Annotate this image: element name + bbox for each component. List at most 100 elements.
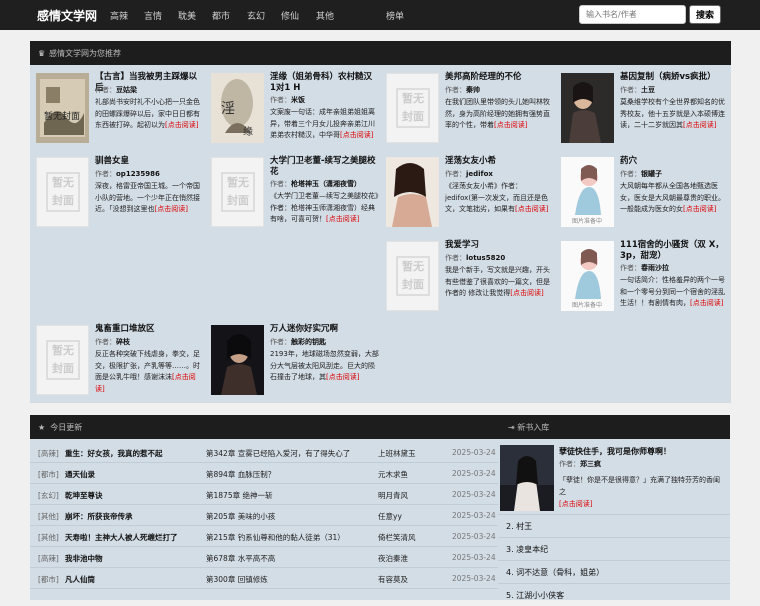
book-cover[interactable]: 暂无封面 (386, 73, 439, 143)
new-book-item[interactable]: 3. 凌皇本纪 (498, 537, 730, 560)
book-title[interactable]: 淫缘（姐弟骨科）农村糙汉 1对1 H (270, 72, 380, 94)
update-row: [高辣] 我非池中物 第678章 水平高不高 夜泊秦淮 2025-03-24 (30, 547, 498, 568)
book-title[interactable]: 基因复制（病娇vs疯批） (620, 72, 730, 83)
book-author: 作者：lotus5820 (445, 254, 506, 262)
book-author: 作者：碎枝 (95, 338, 130, 346)
new-book-title[interactable]: 5. 江湖小小侠客 (506, 590, 564, 601)
book-cover[interactable] (211, 325, 264, 395)
update-chapter[interactable]: 第1875章 绝神一斩 (206, 490, 272, 501)
nav-item-xiuxian[interactable]: 修仙 (281, 9, 299, 22)
nav-item-danmei[interactable]: 耽美 (178, 9, 196, 22)
book-title[interactable]: 美邦高阶经理的不伦 (445, 72, 555, 83)
recommend-book: 图片准备中 药穴 作者：银罐子 大风朝每年都从全国各地甄选医女，医女是大风朝最尊贵的职… (555, 152, 730, 232)
book-cover[interactable]: 图片准备中 (561, 241, 614, 311)
update-chapter[interactable]: 第205章 美味的小孩 (206, 511, 275, 522)
read-link[interactable]: [点击阅读] (326, 373, 359, 381)
recommend-book: 基因复制（病娇vs疯批） 作者：土豆 莫桑维学校有个全世界都知名的优秀校友，他十五岁… (555, 68, 730, 148)
read-link[interactable]: [点击阅读] (340, 131, 373, 139)
read-link[interactable]: [点击阅读] (683, 121, 716, 129)
new-book-title[interactable]: 3. 凌皇本纪 (506, 544, 548, 555)
read-link[interactable]: [点击阅读] (155, 205, 188, 213)
book-title[interactable]: 驯兽女皇 (95, 156, 205, 167)
read-link[interactable]: [点击阅读] (510, 289, 543, 297)
book-title[interactable]: 我爱学习 (445, 240, 555, 251)
nav-item-dushi[interactable]: 都市 (212, 9, 230, 22)
nav-item-bangdan[interactable]: 榜单 (386, 9, 404, 22)
new-book-title[interactable]: 2. 村王 (506, 521, 532, 532)
featured-book-desc: 「孽徒！你是不是很得意？」充满了独特芬芳的香闺之 [点击阅读] (559, 476, 720, 508)
book-cover[interactable]: 暂无封面 (36, 325, 89, 395)
featured-book-cover[interactable] (500, 445, 554, 511)
recommend-book: 万人迷你好实冗啊 作者：触彩的钥匙 2193年，地球磁场忽然变弱，大部分大气层被太阳… (205, 320, 380, 400)
book-title[interactable]: 淫荡女友小希 (445, 156, 555, 167)
book-author: 作者：土豆 (620, 86, 655, 94)
read-link[interactable]: [点击阅读] (515, 205, 548, 213)
update-row: [其他] 天寿啦！主神大人被人死缠烂打了 第215章 钓系仙尊和他的黏人徒弟（31）… (30, 526, 498, 547)
book-title[interactable]: 鬼畜重口堆放区 (95, 324, 205, 335)
update-category[interactable]: [都市] (38, 574, 59, 585)
featured-book-title[interactable]: 孽徒快住手，我可是你师尊啊！ (559, 446, 727, 457)
placeholder-cover-icon: 暂无 封面 (46, 340, 80, 380)
book-cover[interactable]: 暂无封面 (36, 157, 89, 227)
update-book-title[interactable]: 崩坏：所获丧帝传承 (65, 511, 133, 522)
book-desc: 一句话简介：性格羞异的两个一号和一个零号分到同一个宿舍的淫乱生活！！有剧情有肉，… (620, 276, 725, 307)
search-input[interactable] (579, 5, 686, 24)
book-cover[interactable]: 暂无封面 (211, 157, 264, 227)
update-book-title[interactable]: 凡人仙筒 (65, 574, 95, 585)
update-book-title[interactable]: 重生：好女孩，我真的惹不起 (65, 448, 163, 459)
update-book-title[interactable]: 天寿啦！主神大人被人死缠烂打了 (65, 532, 178, 543)
search-button[interactable]: 搜索 (689, 5, 721, 24)
new-book-item[interactable]: 4. 词不达意（骨科，姐弟） (498, 560, 730, 583)
book-desc: 文案废一句话：成年亲姐弟姐姐离异，带着三个月女儿投奔亲弟江川弟弟农村糙汉，中华哥… (270, 108, 375, 139)
book-cover[interactable]: 淫缘 (211, 73, 264, 143)
book-cover[interactable]: 暂无封面 (36, 73, 89, 143)
update-category[interactable]: [高辣] (38, 448, 59, 459)
sign-in-icon: ⇥ (508, 423, 515, 432)
book-title[interactable]: 药穴 (620, 156, 730, 167)
new-book-title[interactable]: 4. 词不达意（骨科，姐弟） (506, 567, 604, 578)
nav-item-xuanhuan[interactable]: 玄幻 (247, 9, 265, 22)
book-title[interactable]: 大学门卫老董-续写之美腿校花 (270, 156, 380, 178)
book-cover[interactable] (561, 73, 614, 143)
update-category[interactable]: [高辣] (38, 553, 59, 564)
nav-item-yanqing[interactable]: 言情 (144, 9, 162, 22)
update-chapter[interactable]: 第894章 血脉压制？ (206, 469, 275, 480)
book-cover[interactable]: 暂无封面 (386, 241, 439, 311)
update-book-title[interactable]: 通天仙录 (65, 469, 95, 480)
featured-read-link[interactable]: [点击阅读] (559, 500, 592, 508)
placeholder-cover-icon: 暂无 封面 (46, 172, 80, 212)
update-chapter[interactable]: 第342章 宣雾已经陷入爱河，有了得失心了 (206, 448, 350, 459)
new-book-item[interactable]: 5. 江湖小小侠客 (498, 583, 730, 606)
book-author: 作者：春雨沙拉 (620, 264, 669, 272)
update-book-title[interactable]: 乾坤至尊诀 (65, 490, 103, 501)
book-title[interactable]: 万人迷你好实冗啊 (270, 324, 380, 335)
update-book-title[interactable]: 我非池中物 (65, 553, 103, 564)
update-chapter[interactable]: 第678章 水平高不高 (206, 553, 275, 564)
book-title[interactable]: 111宿舍的小骚货（双 X，3p，甜宠） (620, 240, 730, 262)
update-category[interactable]: [其他] (38, 532, 59, 543)
new-book-item[interactable]: 2. 村王 (498, 514, 730, 537)
update-date: 2025-03-24 (452, 469, 496, 478)
read-link[interactable]: [点击阅读] (165, 121, 198, 129)
update-category[interactable]: [其他] (38, 511, 59, 522)
book-cover[interactable]: 图片准备中 (561, 157, 614, 227)
update-row: [玄幻] 乾坤至尊诀 第1875章 绝神一斩 明月青风 2025-03-24 (30, 484, 498, 505)
book-author: 作者：枪塔神玉（潇湘夜雪） (270, 180, 361, 188)
book-cover[interactable] (386, 157, 439, 227)
site-logo[interactable]: 感情文学网 (37, 7, 97, 24)
update-category[interactable]: [玄幻] (38, 490, 59, 501)
book-desc: 我是个新手，写文就是兴趣，开头有些借鉴了很喜欢的一篇文，但是作者的 修改让我觉得… (445, 266, 550, 297)
read-link[interactable]: [点击阅读] (683, 205, 716, 213)
update-date: 2025-03-24 (452, 448, 496, 457)
nav-item-qita[interactable]: 其他 (316, 9, 334, 22)
update-category[interactable]: [都市] (38, 469, 59, 480)
read-link[interactable]: [点击阅读] (690, 299, 723, 307)
today-heading: 今日更新 (50, 423, 83, 432)
read-link[interactable]: [点击阅读] (326, 215, 359, 223)
update-chapter[interactable]: 第300章 回镇修炼 (206, 574, 268, 585)
recommend-book: 暂无 封面 鬼畜重口堆放区 作者：碎枝 反正各种突破下线虐身，拳交，足交，极限扩张，产乳… (30, 320, 205, 400)
read-link[interactable]: [点击阅读] (494, 121, 527, 129)
star-icon: ★ (38, 423, 46, 432)
nav-item-gaola[interactable]: 高辣 (110, 9, 128, 22)
update-chapter[interactable]: 第215章 钓系仙尊和他的黏人徒弟（31） (206, 532, 345, 543)
